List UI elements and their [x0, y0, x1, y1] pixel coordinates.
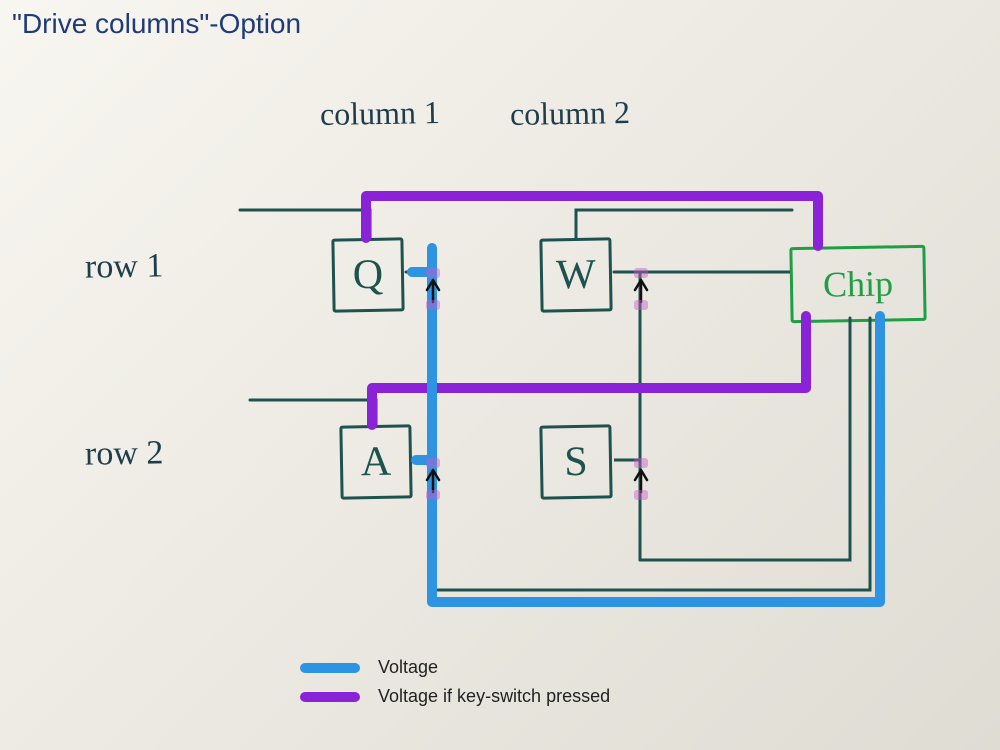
column-2-label: column 2	[510, 94, 631, 133]
key-switch-s: S	[539, 424, 612, 499]
legend: Voltage Voltage if key-switch pressed	[300, 657, 610, 715]
legend-row-voltage: Voltage	[300, 657, 610, 678]
key-switch-w: W	[539, 237, 612, 312]
wire-voltage-pressed-row2	[372, 316, 806, 425]
legend-label-voltage: Voltage	[378, 657, 438, 678]
diode-pad	[426, 300, 440, 310]
legend-swatch-voltage	[300, 663, 360, 673]
diode-pad	[426, 458, 440, 468]
key-switch-a: A	[339, 424, 412, 499]
column-1-label: column 1	[320, 94, 441, 133]
wiring-diagram	[0, 0, 1000, 750]
key-switch-q: Q	[331, 237, 404, 312]
row-1-label: row 1	[85, 247, 164, 286]
diode-pad	[634, 268, 648, 278]
page-title: "Drive columns"-Option	[12, 8, 301, 40]
diode-pad	[634, 490, 648, 500]
chip: Chip	[789, 245, 926, 323]
legend-swatch-voltage-pressed	[300, 692, 360, 702]
row-2-label: row 2	[85, 434, 164, 473]
diode-pad	[426, 490, 440, 500]
diode-pad	[634, 458, 648, 468]
legend-row-voltage-pressed: Voltage if key-switch pressed	[300, 686, 610, 707]
diode-pad	[426, 268, 440, 278]
legend-label-voltage-pressed: Voltage if key-switch pressed	[378, 686, 610, 707]
diode-pad	[634, 300, 648, 310]
